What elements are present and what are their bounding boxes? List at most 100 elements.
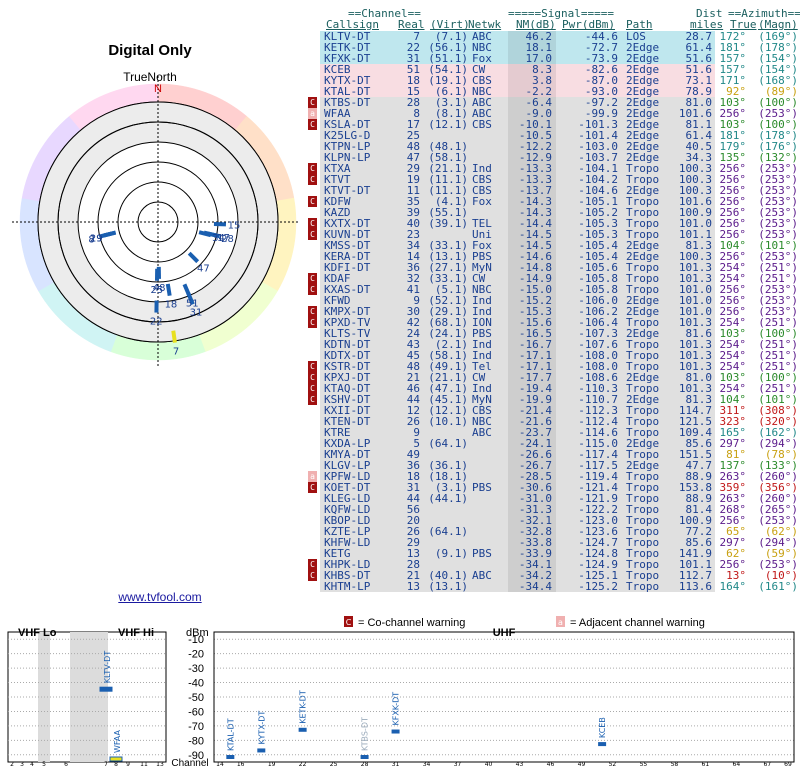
cell-net: PBS	[472, 481, 492, 494]
x-tick-label: 64	[733, 761, 741, 768]
legend-adjacent-text: = Adjacent channel warning	[570, 617, 705, 629]
cochannel-warning-marker: C	[308, 361, 317, 372]
x-tick-label: 34	[423, 761, 431, 768]
website-link[interactable]: www.tvfool.com	[100, 590, 220, 604]
vhf-station-mark	[109, 756, 123, 762]
x-tick-label: 49	[578, 761, 586, 768]
compass-label: TrueNorth	[123, 70, 177, 84]
uhf-station-mark	[257, 748, 266, 753]
cell-virt: (44.1)	[428, 492, 468, 505]
cochannel-warning-marker: C	[308, 372, 317, 383]
x-tick-label: 61	[702, 761, 710, 768]
polar-station-label: 34	[212, 233, 225, 244]
x-tick-label: 7	[104, 761, 108, 768]
table-row[interactable]: KYTX-DT 18 (19.1) CBS 3.8 -87.0 2Edge 73.1 171°(…	[308, 75, 798, 86]
table-column-label: True	[730, 18, 757, 31]
cochannel-warning-marker: C	[308, 383, 317, 394]
cochannel-warning-marker: C	[308, 394, 317, 405]
north-marker: N	[154, 83, 162, 95]
x-tick-label: 8	[114, 761, 118, 768]
cell-virt: (64.1)	[428, 525, 468, 538]
cell-net: PBS	[472, 547, 492, 560]
spectrum-chart: C = Co-channel warning a = Adjacent channel…	[7, 616, 795, 768]
page-title: Digital Only	[108, 42, 192, 59]
legend-adjacent-marker: a	[558, 618, 563, 627]
uhf-station-label: KTBS-DT	[361, 717, 370, 751]
uhf-station-label: KFXK-DT	[392, 692, 401, 726]
table-column-label: Pwr(dBm)	[562, 18, 615, 31]
cell-dist: 113.6	[678, 580, 712, 593]
cell-virt: (10.1)	[428, 415, 468, 428]
cell-net: Fox	[472, 195, 492, 208]
table-column-label: (Virt)	[430, 18, 470, 31]
cell-virt: (39.1)	[428, 217, 468, 230]
table-row[interactable]: KHTM-LP 13 (13.1) -34.4 -125.2 Tropo 113.6 164°…	[308, 581, 798, 592]
polar-chart: N72231511815288 17254847341929	[12, 76, 300, 368]
x-tick-label: 9	[126, 761, 130, 768]
polar-station-label: 15	[228, 221, 241, 232]
vhf-station-label: WFAA	[113, 730, 122, 753]
cochannel-warning-marker: C	[308, 306, 317, 317]
x-tick-label: 52	[609, 761, 617, 768]
vhf-station-mark	[99, 686, 113, 692]
uhf-station-label: KCEB	[598, 717, 607, 738]
vhf-station-label: KLTV-DT	[103, 651, 112, 684]
adjacent-warning-marker: a	[308, 108, 317, 119]
x-tick-label: 22	[299, 761, 307, 768]
uhf-station-mark	[298, 727, 307, 732]
table-row[interactable]: KXDA-LP 5 (64.1) -24.1 -115.0 2Edge 85.6 297° (2…	[308, 438, 798, 449]
cochannel-warning-marker: C	[308, 97, 317, 108]
polar-station-label: 22	[150, 317, 163, 328]
legend-cochannel-marker: C	[346, 618, 352, 627]
cochannel-warning-marker: C	[308, 218, 317, 229]
table-column-label: miles	[690, 18, 724, 31]
cochannel-warning-marker: C	[308, 229, 317, 240]
x-tick-label: 31	[392, 761, 400, 768]
y-tick-label: -60	[188, 706, 204, 718]
cell-path: Tropo	[626, 580, 660, 593]
polar-station-label: 51	[186, 299, 199, 310]
uhf-station-label: KTAL-DT	[226, 718, 235, 751]
y-tick-label: -40	[188, 678, 204, 690]
table-row[interactable]: KBOP-LD 20 -32.1 -123.0 Tropo 100.9 256° (253°)	[308, 515, 798, 526]
x-tick-label: 4	[30, 761, 34, 768]
uhf-station-label: KETK-DT	[299, 690, 308, 724]
uhf-station-mark	[598, 742, 607, 747]
x-tick-label: 14	[216, 761, 224, 768]
cochannel-warning-marker: C	[308, 559, 317, 570]
cell-true: 164°	[719, 580, 747, 593]
uhf-station-mark	[360, 755, 369, 759]
table-row[interactable]: KHFW-LD 29 -33.8 -124.7 Tropo 85.6 297° (294°)	[308, 537, 798, 548]
polar-station-bar	[165, 283, 172, 297]
polar-station-label: 29	[90, 233, 103, 244]
cochannel-warning-marker: C	[308, 174, 317, 185]
x-tick-label: 3	[20, 761, 24, 768]
cell-nm: -34.4	[518, 580, 552, 593]
y-tick-label: -10	[188, 634, 204, 646]
y-tick-label: -80	[188, 735, 204, 747]
uhf-station-mark	[226, 755, 235, 759]
polar-station-bar	[103, 230, 117, 238]
cell-net: CBS	[472, 118, 492, 131]
table-column-label: NM(dB)	[516, 18, 556, 31]
cell-net: ABC	[472, 426, 492, 439]
polar-station-label: 48	[153, 283, 166, 294]
cochannel-warning-marker: C	[308, 570, 317, 581]
x-tick-label: 25	[330, 761, 338, 768]
cochannel-warning-marker: C	[308, 482, 317, 493]
table-column-label: (Magn)	[758, 18, 798, 31]
cochannel-warning-marker: C	[308, 163, 317, 174]
cell-magn: (161°)	[758, 580, 798, 593]
y-tick-label: -70	[188, 721, 204, 733]
table-column-label: Real	[398, 18, 425, 31]
x-tick-label: 37	[454, 761, 462, 768]
legend-cochannel-text: = Co-channel warning	[358, 617, 465, 629]
x-tick-label: 13	[156, 761, 164, 768]
vhf-hi-label: VHF Hi	[118, 627, 154, 639]
x-tick-label: 40	[485, 761, 493, 768]
cell-virt: (9.1)	[434, 547, 468, 560]
adjacent-warning-marker: a	[308, 471, 317, 482]
table-column-label: Path	[626, 18, 653, 31]
cell-virt: (13.1)	[428, 580, 468, 593]
table-row[interactable]: C KHPK-LD 28 -34.1 -124.9 Tropo 101.1 256° (253°…	[308, 559, 798, 570]
